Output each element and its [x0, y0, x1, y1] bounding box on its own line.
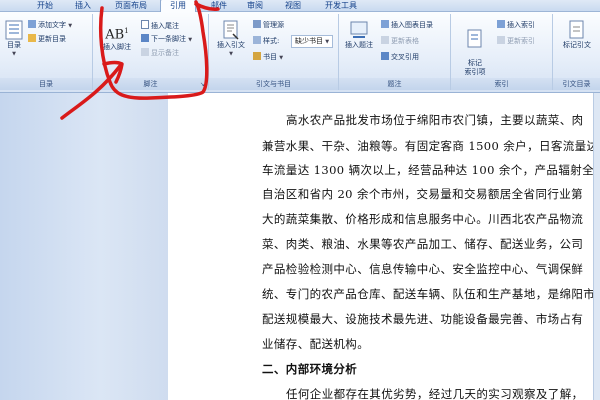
citations-group-label: 引文与书目	[209, 78, 338, 90]
bibliography-button[interactable]: 书目 ▼	[253, 52, 283, 62]
endnote-icon	[141, 20, 149, 29]
document-line: 高水农产品批发市场位于绵阳市农门镇，主要以蔬菜、肉	[286, 113, 584, 127]
update-index-icon	[497, 36, 505, 44]
update-toc-label: 更新目录	[38, 35, 66, 43]
add-text-icon	[28, 20, 36, 28]
mark-citation-label: 标记引文	[563, 41, 591, 49]
insert-footnote-label: 插入脚注	[103, 43, 131, 52]
table-of-figures-icon	[381, 20, 389, 28]
chevron-down-icon: ▼	[229, 51, 233, 57]
insert-caption-label: 插入题注	[345, 41, 373, 49]
toa-group-label: 引文目录	[553, 78, 600, 90]
next-footnote-label: 下一条脚注	[151, 35, 186, 43]
update-toc-button[interactable]: 更新目录	[28, 34, 66, 44]
tab-mailings[interactable]: 邮件	[204, 0, 234, 11]
style-label-row: 样式:	[253, 36, 279, 46]
toc-icon	[5, 20, 23, 40]
citation-icon	[223, 20, 239, 40]
mark-entry-icon	[467, 29, 482, 48]
document-line: 任何企业都存在其优劣势，经过几天的实习观察及了解，	[286, 387, 584, 400]
cross-reference-button[interactable]: 交叉引用	[381, 52, 419, 62]
toc-button-label: 目录	[7, 41, 21, 49]
citations-group: 插入引文 ▼ 管理源 样式: 缺少书目 ▼ 书目 ▼ 引文与书目	[209, 14, 339, 90]
manage-sources-icon	[253, 20, 261, 28]
document-line: 业储存、配送机构。	[262, 337, 370, 351]
insert-index-icon	[497, 20, 505, 28]
bibliography-label: 书目	[263, 53, 277, 61]
document-line: 兼营水果、干杂、油粮等。有固定客商 1500 余户，日客流量达	[262, 139, 599, 153]
style-icon	[253, 36, 261, 44]
document-line: 大的蔬菜集散、价格形成和信息服务中心。川西北农产品物流	[262, 212, 584, 226]
document-line: 车流量达 1300 辆次以上，经营品种达 100 余个，产品辐射全	[262, 163, 595, 177]
next-footnote-icon	[141, 34, 149, 42]
next-footnote-button[interactable]: 下一条脚注 ▼	[141, 34, 192, 44]
document-line: 自治区和省内 20 余个市州，交易量和交易额居全省同行业第	[262, 187, 584, 201]
insert-table-of-figures-label: 插入图表目录	[391, 21, 433, 29]
document-line: 配送规模最大、设施技术最先进、功能设备最完善、市场占有	[262, 312, 584, 326]
insert-footnote-button[interactable]: AB1 插入脚注	[97, 24, 137, 52]
captions-group-label: 题注	[339, 78, 450, 90]
vertical-scrollbar[interactable]	[593, 93, 600, 400]
update-table-button[interactable]: 更新表格	[381, 36, 419, 46]
toc-group-label: 目录	[0, 78, 92, 90]
toa-group: 标记引文 引文目录	[553, 14, 600, 90]
insert-table-of-figures-button[interactable]: 插入图表目录	[381, 20, 433, 30]
ribbon-panel: 目录 ▼ 添加文字 ▼ 更新目录 目录 AB1 插入脚注 插入尾注 下一条脚注 …	[0, 12, 600, 93]
word-window: 开始 插入 页面布局 引用 邮件 审阅 视图 开发工具 目录 ▼ 添加文字 ▼	[0, 0, 600, 400]
update-table-icon	[381, 36, 389, 44]
tab-insert[interactable]: 插入	[68, 0, 98, 11]
tab-view[interactable]: 视图	[278, 0, 308, 11]
add-text-button[interactable]: 添加文字 ▼	[28, 20, 72, 30]
mark-entry-label: 标记 索引项	[464, 59, 486, 76]
insert-index-label: 插入索引	[507, 21, 535, 29]
toc-group: 目录 ▼ 添加文字 ▼ 更新目录 目录	[0, 14, 93, 90]
style-label: 样式:	[263, 37, 280, 45]
bibliography-icon	[253, 52, 261, 60]
insert-endnote-button[interactable]: 插入尾注	[141, 20, 179, 30]
index-group-label: 索引	[451, 78, 552, 90]
style-select[interactable]: 缺少书目 ▼	[291, 35, 334, 48]
footnotes-group-label: 脚注	[93, 78, 208, 90]
footnotes-group: AB1 插入脚注 插入尾注 下一条脚注 ▼ 显示备注 脚注 ↘	[93, 14, 209, 90]
show-notes-button[interactable]: 显示备注	[141, 48, 179, 58]
document-line: 统、专门的农产品仓库、配送车辆、队伍和生产基地，是绵阳市	[262, 287, 596, 301]
chevron-down-icon: ▼	[12, 51, 16, 57]
show-notes-icon	[141, 48, 149, 56]
caption-icon	[350, 21, 368, 38]
mark-entry-button[interactable]: 标记 索引项	[457, 20, 493, 77]
style-select-value: 缺少书目	[295, 37, 323, 45]
document-background	[0, 93, 168, 400]
document-line: 菜、肉类、粮油、水果等农产品加工、储存、配送业务，公司	[262, 237, 584, 251]
tab-developer[interactable]: 开发工具	[318, 0, 364, 11]
ribbon-tab-strip: 开始 插入 页面布局 引用 邮件 审阅 视图 开发工具	[0, 0, 600, 13]
manage-sources-label: 管理源	[263, 21, 284, 29]
show-notes-label: 显示备注	[151, 49, 179, 57]
insert-index-button[interactable]: 插入索引	[497, 20, 535, 30]
chevron-down-icon: ▼	[325, 39, 330, 45]
toc-button[interactable]: 目录 ▼	[4, 20, 24, 59]
tab-page-layout[interactable]: 页面布局	[108, 0, 154, 11]
insert-caption-button[interactable]: 插入题注	[341, 20, 377, 50]
update-table-label: 更新表格	[391, 37, 419, 45]
tab-home[interactable]: 开始	[30, 0, 60, 11]
update-index-label: 更新索引	[507, 37, 535, 45]
insert-citation-label: 插入引文	[217, 41, 245, 49]
section-heading: 二、内部环境分析	[262, 362, 358, 376]
dialog-launcher-icon[interactable]: ↘	[199, 81, 206, 88]
add-text-label: 添加文字	[38, 21, 66, 29]
insert-endnote-label: 插入尾注	[151, 22, 179, 30]
index-group: 标记 索引项 插入索引 更新索引 索引	[451, 14, 553, 90]
tab-review[interactable]: 审阅	[240, 0, 270, 11]
cross-reference-icon	[381, 52, 389, 60]
captions-group: 插入题注 插入图表目录 更新表格 交叉引用 题注	[339, 14, 451, 90]
refresh-icon	[28, 34, 36, 42]
document-line: 产品检验检测中心、信息传输中心、安全监控中心、气调保鲜	[262, 262, 584, 276]
mark-citation-icon	[569, 20, 584, 39]
insert-citation-button[interactable]: 插入引文 ▼	[213, 20, 249, 59]
manage-sources-button[interactable]: 管理源	[253, 20, 284, 30]
update-index-button[interactable]: 更新索引	[497, 36, 535, 46]
footnote-icon: AB1	[105, 27, 129, 43]
mark-citation-button[interactable]: 标记引文	[557, 20, 597, 50]
cross-reference-label: 交叉引用	[391, 53, 419, 61]
